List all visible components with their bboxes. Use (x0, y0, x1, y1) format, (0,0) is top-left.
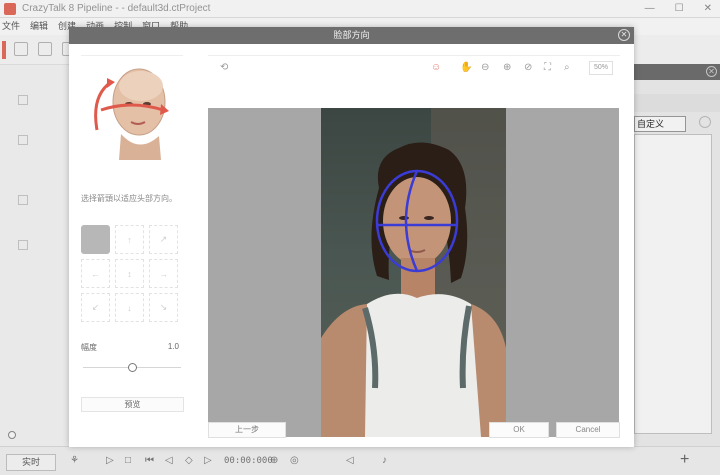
portrait-photo (321, 108, 506, 437)
amplitude-label: 幅度 (81, 343, 97, 352)
direction-cell-1[interactable]: ↑ (115, 225, 144, 254)
direction-cell-6[interactable]: ↙ (81, 293, 110, 322)
cancel-button[interactable]: Cancel (556, 422, 620, 438)
portrait-illustration (321, 108, 506, 437)
head-orientation-illustration (81, 55, 183, 160)
workspace-toolbar: ⟲ ☺ ✋ ⊖ ⊕ ⊘ ⛶ ⌕ 50% (208, 55, 620, 79)
direction-grid: ↑ ↗ ← ↕ → ↙ ↓ ↘ (81, 225, 183, 325)
previous-step-button[interactable]: 上一步 (208, 422, 286, 438)
image-workspace: ⟲ ☺ ✋ ⊖ ⊕ ⊘ ⛶ ⌕ 50% (208, 55, 620, 439)
ok-button[interactable]: OK (489, 422, 549, 438)
direction-cell-0[interactable] (81, 225, 110, 254)
rotate-icon[interactable]: ⟲ (220, 62, 228, 73)
direction-cell-3[interactable]: ← (81, 259, 110, 288)
dialog-title: 脸部方向 (333, 30, 370, 40)
preview-button[interactable]: 预览 (81, 397, 184, 412)
reset-icon[interactable]: ⊘ (524, 62, 532, 73)
direction-cell-7[interactable]: ↓ (115, 293, 144, 322)
direction-cell-5[interactable]: → (149, 259, 178, 288)
orientation-panel: 选择箭頭以适应头部方向。 ↑ ↗ ← ↕ → ↙ ↓ ↘ 幅度 1.0 预览 (81, 55, 184, 415)
zoom-level[interactable]: 50% (589, 61, 613, 75)
amplitude-slider-knob[interactable] (127, 363, 137, 372)
amplitude-value: 1.0 (167, 342, 179, 351)
direction-cell-8[interactable]: ↘ (149, 293, 178, 322)
dialog-title-bar: 脸部方向 ✕ (69, 27, 634, 44)
app-window: CrazyTalk 8 Pipeline - - default3d.ctPro… (0, 0, 720, 475)
face-orientation-dialog: 脸部方向 ✕ 选择箭頭以适应头部方向。 ↑ ↗ ← ↕ → ↙ ↓ ↘ 幅度 1… (69, 27, 634, 447)
bald-head-icon (94, 68, 169, 160)
face-icon[interactable]: ☺ (431, 62, 441, 73)
dialog-close-button[interactable]: ✕ (618, 29, 630, 41)
fit-icon[interactable]: ⛶ (544, 62, 551, 73)
zoom-out-icon[interactable]: ⊖ (481, 62, 489, 73)
direction-cell-4[interactable]: ↕ (115, 259, 144, 288)
hand-icon[interactable]: ✋ (460, 62, 472, 73)
direction-cell-2[interactable]: ↗ (149, 225, 178, 254)
zoom-in-icon[interactable]: ⊕ (503, 62, 511, 73)
orientation-hint: 选择箭頭以适应头部方向。 (81, 194, 177, 203)
actual-size-icon[interactable]: ⌕ (564, 62, 570, 73)
image-canvas[interactable] (208, 108, 619, 437)
